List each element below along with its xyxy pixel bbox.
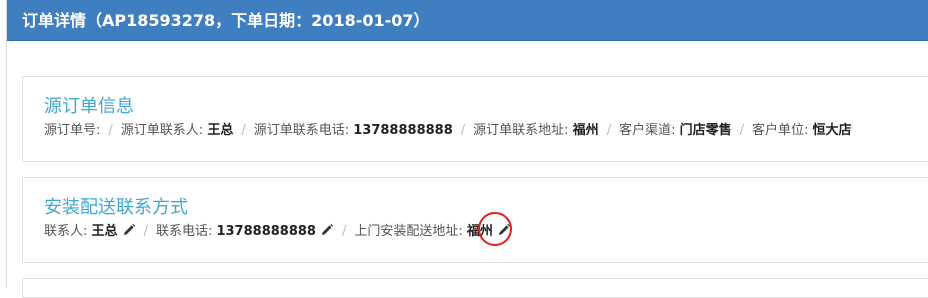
source-order-info-row: 源订单号: / 源订单联系人: 王总 / 源订单联系电话: 13788888888 / 源订… <box>44 121 852 141</box>
field-contact-person: 联系人: 王总 <box>44 223 136 239</box>
source-order-card: 源订单信息 源订单号: / 源订单联系人: 王总 / 源订单联系电话: 13788888… <box>22 76 928 162</box>
panel-header: 订单详情（AP18593278，下单日期：2018-01-07） <box>7 0 928 41</box>
pencil-icon[interactable] <box>497 223 511 237</box>
separator: / <box>460 123 466 138</box>
separator: / <box>241 123 246 138</box>
field-source-address: 源订单联系地址: 福州 <box>473 123 599 138</box>
field-label: 上门安装配送地址: <box>354 224 463 239</box>
pencil-icon[interactable] <box>122 223 136 237</box>
order-detail-panel: 订单详情（AP18593278，下单日期：2018-01-07） 源订单信息 源… <box>6 0 928 298</box>
field-contact-phone: 联系电话: 13788888888 <box>155 223 334 239</box>
separator: / <box>143 224 148 239</box>
field-label: 源订单联系人: <box>120 123 204 138</box>
field-value: 王总 <box>207 123 234 138</box>
highlighted-edit-wrap <box>477 212 512 246</box>
field-customer-channel: 客户渠道: 门店零售 <box>619 123 732 138</box>
install-contact-card: 安装配送联系方式 联系人: 王总 / 联系电话: 13788888888 / 上门安装配… <box>22 177 928 263</box>
field-label: 联系人: <box>44 224 88 239</box>
field-source-phone: 源订单联系电话: 13788888888 <box>254 123 453 138</box>
next-card <box>22 278 928 298</box>
field-label: 源订单联系电话: <box>253 123 350 138</box>
field-value: 王总 <box>91 224 118 239</box>
field-value: 福州 <box>572 123 599 138</box>
separator: / <box>341 224 347 239</box>
page-title: 订单详情（AP18593278，下单日期：2018-01-07） <box>22 11 430 30</box>
pencil-icon[interactable] <box>320 223 334 237</box>
field-label: 客户单位: <box>752 123 809 138</box>
field-value: 门店零售 <box>679 123 732 138</box>
field-value: 恒大店 <box>812 123 852 138</box>
field-value: 13788888888 <box>353 123 453 138</box>
install-contact-title: 安装配送联系方式 <box>44 197 188 218</box>
field-label: 源订单联系地址: <box>473 123 569 138</box>
field-source-order-no: 源订单号: <box>44 123 100 138</box>
field-value: 福州 <box>466 224 493 239</box>
field-value: 13788888888 <box>216 224 316 239</box>
field-customer-unit: 客户单位: 恒大店 <box>752 123 852 138</box>
field-label: 联系电话: <box>155 224 213 239</box>
field-label: 源订单号: <box>44 123 101 138</box>
source-order-title: 源订单信息 <box>44 96 134 117</box>
separator: / <box>739 123 745 138</box>
install-contact-info-row: 联系人: 王总 / 联系电话: 13788888888 / 上门安装配送地址: 福州 <box>44 212 512 246</box>
field-source-contact: 源订单联系人: 王总 <box>121 123 234 138</box>
separator: / <box>108 123 113 138</box>
field-label: 客户渠道: <box>619 123 676 138</box>
separator: / <box>606 123 612 138</box>
field-install-address: 上门安装配送地址: 福州 <box>354 212 512 246</box>
